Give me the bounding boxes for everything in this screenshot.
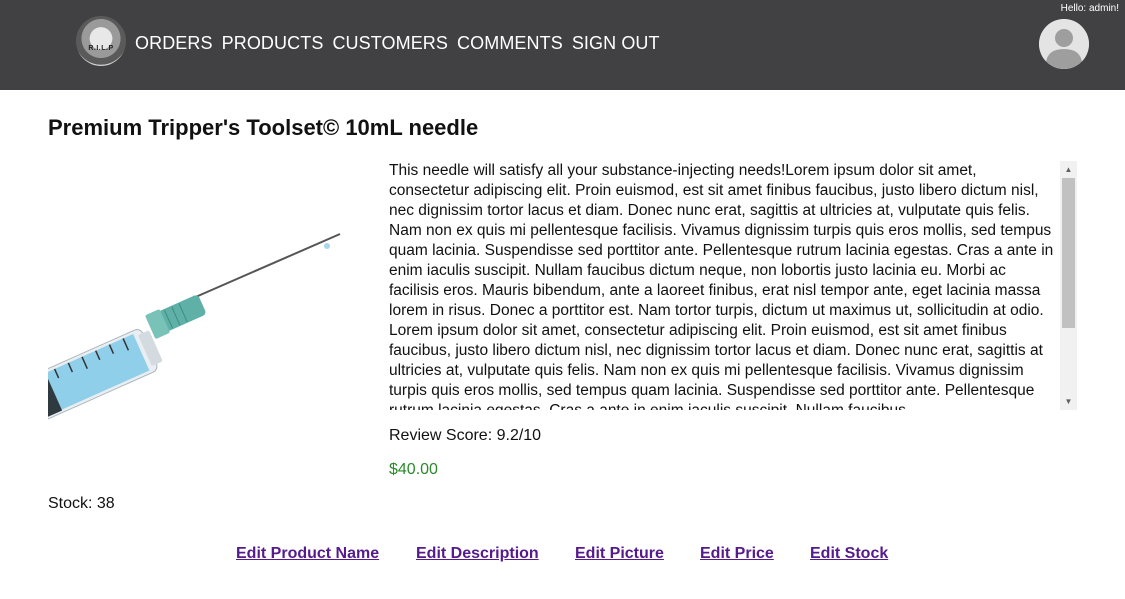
nav-customers-link[interactable]: CUSTOMERS xyxy=(332,33,448,54)
nav-orders-link[interactable]: ORDERS xyxy=(135,33,213,54)
nav-sign-out-link[interactable]: SIGN OUT xyxy=(572,33,660,54)
product-image xyxy=(17,226,342,424)
top-navbar: R.I.L.P ORDERS PRODUCTS CUSTOMERS COMMEN… xyxy=(0,0,1125,90)
description-scroll-box[interactable]: This needle will satisfy all your substa… xyxy=(389,161,1077,410)
user-greeting: Hello: admin! xyxy=(1060,3,1119,14)
product-title: Premium Tripper's Toolset© 10mL needle xyxy=(48,115,479,140)
edit-product-name-link[interactable]: Edit Product Name xyxy=(236,545,379,563)
product-description: This needle will satisfy all your substa… xyxy=(389,162,1054,410)
site-logo[interactable]: R.I.L.P xyxy=(76,16,126,66)
nav-comments-link[interactable]: COMMENTS xyxy=(457,33,563,54)
scrollbar-thumb[interactable] xyxy=(1062,178,1075,328)
edit-stock-link[interactable]: Edit Stock xyxy=(810,545,888,563)
product-stock: Stock: 38 xyxy=(48,495,115,512)
nav-links: ORDERS PRODUCTS CUSTOMERS COMMENTS SIGN … xyxy=(135,33,660,54)
edit-description-link[interactable]: Edit Description xyxy=(416,545,539,563)
scroll-up-arrow-icon[interactable]: ▲ xyxy=(1060,161,1077,178)
description-scrollbar[interactable]: ▲ ▼ xyxy=(1060,161,1077,410)
scroll-down-arrow-icon[interactable]: ▼ xyxy=(1060,393,1077,410)
syringe-icon xyxy=(17,233,341,424)
user-avatar-icon[interactable] xyxy=(1039,19,1089,69)
nav-products-link[interactable]: PRODUCTS xyxy=(222,33,324,54)
product-price: $40.00 xyxy=(389,461,438,478)
logo-text: R.I.L.P xyxy=(88,45,114,52)
edit-price-link[interactable]: Edit Price xyxy=(700,545,774,563)
edit-picture-link[interactable]: Edit Picture xyxy=(575,545,664,563)
review-score: Review Score: 9.2/10 xyxy=(389,427,542,444)
